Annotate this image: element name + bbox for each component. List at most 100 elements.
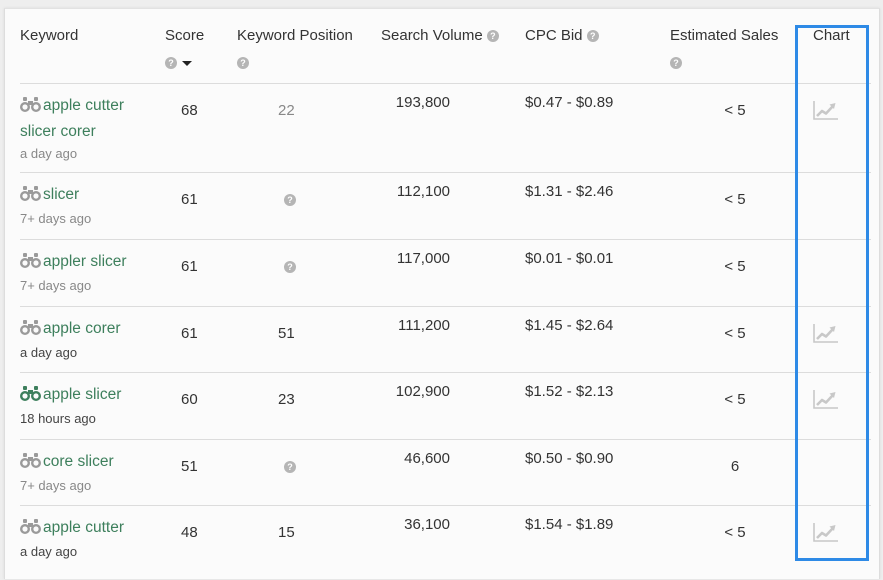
sort-desc-icon[interactable]	[182, 60, 192, 66]
updated-time: 7+ days ago	[20, 278, 92, 293]
table-row: apple slicer 18 hours ago 60 23 102,900 …	[20, 372, 871, 440]
help-icon[interactable]: ?	[486, 30, 499, 43]
col-header-keyword[interactable]: Keyword	[20, 27, 78, 44]
keyword-link[interactable]: apple slicer	[43, 386, 121, 403]
score-value: 48	[181, 524, 198, 541]
score-value: 61	[181, 258, 198, 275]
table-row: apple corer a day ago 61 51 111,200 $1.4…	[20, 306, 871, 373]
search-volume-value: 46,600	[404, 450, 450, 467]
keyword-cell: apple cutter slicer corer a day ago	[20, 94, 150, 164]
col-header-keyword-position[interactable]: Keyword Position	[237, 27, 353, 44]
cpc-bid-value: $1.54 - $1.89	[525, 516, 614, 533]
trend-chart-icon[interactable]	[813, 389, 839, 414]
score-sub: ?	[165, 54, 192, 71]
updated-time: 7+ days ago	[20, 211, 92, 226]
help-icon[interactable]: ?	[237, 57, 249, 70]
binoculars-icon[interactable]	[20, 252, 42, 276]
keyword-link[interactable]: core slicer	[43, 453, 114, 470]
estimated-sales-value: < 5	[724, 102, 746, 119]
search-volume-value: 112,100	[396, 183, 450, 200]
keyword-link[interactable]: slicer	[43, 186, 79, 203]
keyword-position-value: 23	[278, 391, 295, 408]
col-label: Chart	[813, 27, 850, 44]
binoculars-icon[interactable]	[20, 518, 42, 542]
keyword-link[interactable]: apple corer	[43, 320, 121, 337]
cpc-bid-value: $1.31 - $2.46	[525, 183, 614, 200]
keyword-table-panel: Keyword Score ? Keyword Position ? Searc…	[4, 8, 880, 579]
help-icon[interactable]: ?	[670, 57, 682, 70]
updated-time: a day ago	[20, 544, 78, 559]
search-volume-value: 193,800	[395, 94, 450, 111]
cpc-bid-value: $0.47 - $0.89	[525, 94, 614, 111]
table-row: core slicer 7+ days ago 51 ? 46,600 $0.5…	[20, 439, 871, 506]
keyword-cell: core slicer 7+ days ago	[20, 450, 150, 496]
cpc-bid-value: $1.45 - $2.64	[525, 317, 614, 334]
estimated-sales-value: < 5	[724, 258, 746, 275]
binoculars-icon[interactable]	[20, 452, 42, 476]
col-header-estimated-sales[interactable]: Estimated Sales	[670, 27, 778, 44]
keyword-position-value: ?	[278, 458, 296, 475]
table-row: apple cutter a day ago 48 15 36,100 $1.5…	[20, 505, 871, 580]
binoculars-icon[interactable]	[20, 185, 42, 209]
trend-chart-icon[interactable]	[813, 522, 839, 547]
updated-time: a day ago	[20, 345, 78, 360]
col-label: Estimated Sales	[670, 27, 779, 44]
score-value: 61	[181, 325, 198, 342]
unknown-position-icon[interactable]: ?	[284, 194, 296, 207]
table-row: apple cutter slicer corer a day ago 68 2…	[20, 83, 871, 173]
table-row: appler slicer 7+ days ago 61 ? 117,000 $…	[20, 239, 871, 307]
unknown-position-icon[interactable]: ?	[284, 261, 296, 274]
search-volume-value: 117,000	[396, 250, 450, 267]
keyword-position-value: ?	[278, 258, 296, 275]
cpc-bid-value: $0.01 - $0.01	[525, 250, 614, 267]
trend-chart-icon[interactable]	[813, 323, 839, 348]
search-volume-value: 36,100	[404, 516, 450, 533]
cpc-bid-value: $0.50 - $0.90	[525, 450, 614, 467]
search-volume-value: 111,200	[398, 317, 450, 334]
unknown-position-icon[interactable]: ?	[284, 461, 296, 474]
binoculars-icon[interactable]	[20, 385, 42, 409]
cpc-bid-value: $1.52 - $2.13	[525, 383, 614, 400]
keyword-link[interactable]: appler slicer	[43, 253, 127, 270]
binoculars-icon[interactable]	[20, 319, 42, 343]
keyword-position-value: ?	[278, 191, 296, 208]
col-label: Keyword Position	[237, 27, 353, 44]
col-header-search-volume[interactable]: Search Volume ?	[381, 27, 499, 44]
col-label: CPC Bid	[525, 27, 583, 44]
help-icon[interactable]: ?	[586, 30, 599, 43]
estimated-sales-value: < 5	[724, 325, 746, 342]
col-label: Score	[165, 27, 205, 44]
keyword-cell: apple cutter a day ago	[20, 516, 150, 562]
keyword-cell: appler slicer 7+ days ago	[20, 250, 150, 296]
keyword-position-value: 22	[278, 102, 295, 119]
updated-time: 18 hours ago	[20, 411, 96, 426]
keyword-link[interactable]: apple cutter	[43, 519, 124, 536]
trend-chart-icon[interactable]	[813, 100, 839, 125]
position-sub: ?	[237, 54, 249, 71]
col-header-cpc-bid[interactable]: CPC Bid ?	[525, 27, 599, 44]
estimated-sales-value: < 5	[724, 524, 746, 541]
score-value: 68	[181, 102, 198, 119]
col-label: Search Volume	[381, 27, 483, 44]
estimated-sales-value: < 5	[724, 191, 746, 208]
keyword-cell: apple slicer 18 hours ago	[20, 383, 150, 429]
sales-sub: ?	[670, 54, 682, 71]
estimated-sales-value: 6	[730, 458, 740, 475]
table-header: Keyword Score ? Keyword Position ? Searc…	[5, 9, 879, 83]
keyword-cell: slicer 7+ days ago	[20, 183, 150, 229]
help-icon[interactable]: ?	[165, 57, 177, 70]
keyword-cell: apple corer a day ago	[20, 317, 150, 363]
col-header-chart[interactable]: Chart	[813, 27, 850, 44]
keyword-position-value: 51	[278, 325, 295, 342]
score-value: 60	[181, 391, 198, 408]
estimated-sales-value: < 5	[724, 391, 746, 408]
col-label: Keyword	[20, 27, 79, 44]
table-row: slicer 7+ days ago 61 ? 112,100 $1.31 - …	[20, 172, 871, 240]
keyword-position-value: 15	[278, 524, 295, 541]
score-value: 51	[181, 458, 198, 475]
updated-time: 7+ days ago	[20, 478, 92, 493]
col-header-score[interactable]: Score	[165, 27, 204, 44]
binoculars-icon[interactable]	[20, 96, 42, 120]
score-value: 61	[181, 191, 198, 208]
search-volume-value: 102,900	[395, 383, 450, 400]
